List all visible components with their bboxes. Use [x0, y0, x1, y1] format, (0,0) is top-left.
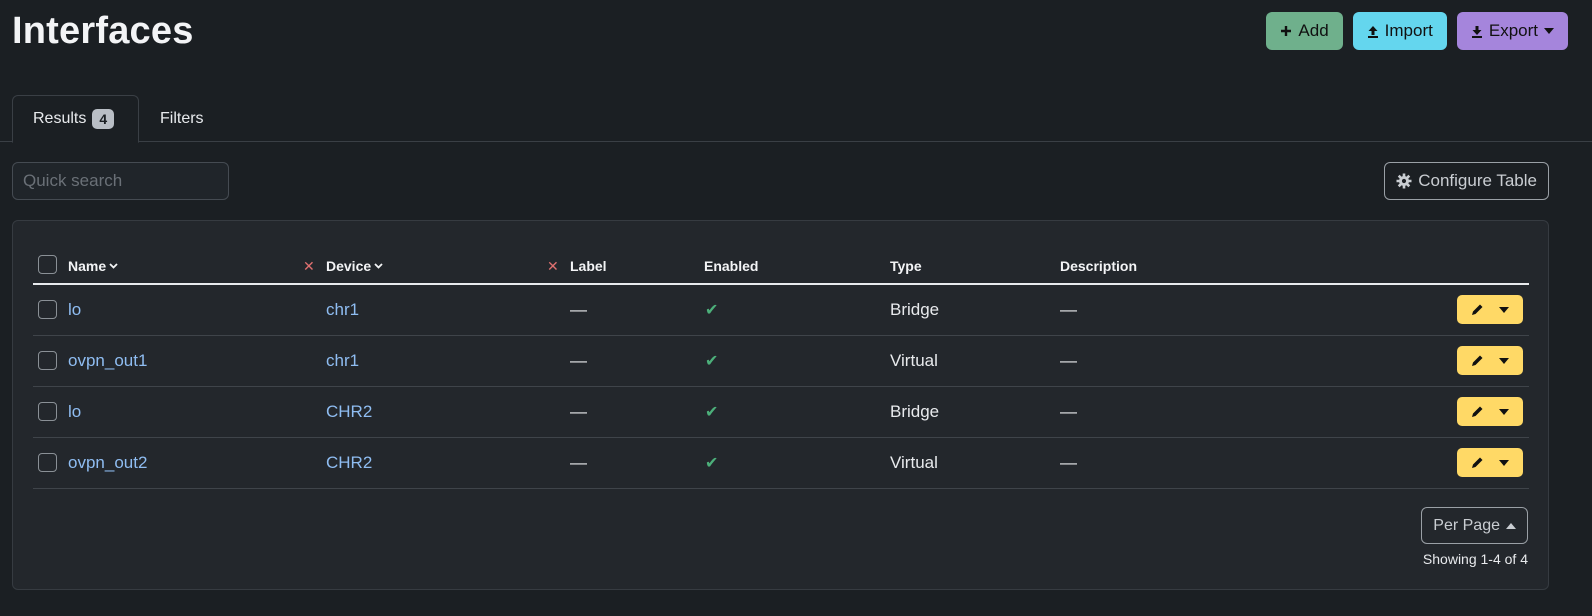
edit-button-group[interactable] [1457, 346, 1523, 375]
gear-icon [1396, 173, 1412, 189]
tab-filters[interactable]: Filters [140, 95, 224, 142]
column-header-name[interactable]: Name [68, 258, 118, 274]
download-icon [1471, 25, 1482, 38]
page-header: Interfaces Add Import Export [0, 0, 1592, 72]
row-checkbox[interactable] [38, 453, 57, 472]
row-checkbox[interactable] [38, 351, 57, 370]
remove-filter-icon[interactable]: ✕ [303, 258, 315, 275]
table-row: ovpn_out2 CHR2 — ✔ Virtual — [33, 438, 1529, 489]
enabled-check-icon: ✔ [705, 353, 719, 370]
device-link[interactable]: chr1 [326, 351, 359, 371]
per-page-button[interactable]: Per Page [1421, 507, 1528, 544]
column-header-description[interactable]: Description [1060, 258, 1137, 274]
per-page-label: Per Page [1433, 516, 1500, 534]
add-button[interactable]: Add [1266, 12, 1343, 50]
table-row: lo CHR2 — ✔ Bridge — [33, 387, 1529, 438]
interface-name-link[interactable]: ovpn_out1 [68, 351, 147, 371]
device-link[interactable]: chr1 [326, 300, 359, 320]
description-cell: — [1060, 402, 1077, 421]
column-header-device[interactable]: Device [326, 258, 383, 274]
description-cell: — [1060, 300, 1077, 319]
type-cell: Bridge [890, 402, 940, 421]
caret-down-icon [1544, 28, 1554, 34]
enabled-check-icon: ✔ [705, 302, 719, 319]
page-title: Interfaces [12, 10, 194, 52]
table-header: Name ✕ Device ✕ Label Enabled Type Descr… [33, 249, 1529, 285]
tab-filters-label: Filters [160, 109, 204, 127]
column-header-enabled[interactable]: Enabled [704, 258, 758, 274]
label-cell: — [570, 453, 587, 472]
enabled-check-icon: ✔ [705, 404, 719, 421]
chevron-down-icon [374, 263, 383, 269]
import-button-label: Import [1384, 21, 1433, 40]
tab-results-label: Results [33, 110, 87, 127]
description-cell: — [1060, 453, 1077, 472]
tab-results[interactable]: Results 4 [12, 95, 139, 143]
column-header-type[interactable]: Type [890, 258, 922, 274]
chevron-down-icon [109, 263, 118, 269]
pencil-icon[interactable] [1471, 456, 1484, 469]
pencil-icon[interactable] [1471, 303, 1484, 316]
interfaces-table: Name ✕ Device ✕ Label Enabled Type Descr… [33, 249, 1529, 489]
type-cell: Bridge [890, 300, 940, 319]
column-header-label[interactable]: Label [570, 258, 607, 274]
type-cell: Virtual [890, 453, 938, 472]
caret-down-icon[interactable] [1499, 306, 1510, 313]
table-row: lo chr1 — ✔ Bridge — [33, 285, 1529, 336]
pencil-icon[interactable] [1471, 354, 1484, 367]
export-button-label: Export [1488, 21, 1538, 40]
row-checkbox[interactable] [38, 402, 57, 421]
edit-button-group[interactable] [1457, 448, 1523, 477]
add-button-label: Add [1298, 21, 1329, 40]
table-row: ovpn_out1 chr1 — ✔ Virtual — [33, 336, 1529, 387]
interface-name-link[interactable]: lo [68, 300, 81, 320]
device-link[interactable]: CHR2 [326, 402, 372, 422]
configure-table-label: Configure Table [1418, 171, 1537, 190]
type-cell: Virtual [890, 351, 938, 370]
label-cell: — [570, 300, 587, 319]
device-link[interactable]: CHR2 [326, 453, 372, 473]
edit-button-group[interactable] [1457, 295, 1523, 324]
caret-down-icon[interactable] [1499, 459, 1510, 466]
upload-icon [1367, 25, 1378, 38]
results-count-badge: 4 [92, 109, 115, 129]
caret-down-icon[interactable] [1499, 357, 1510, 364]
configure-table-button[interactable]: Configure Table [1384, 162, 1549, 200]
description-cell: — [1060, 351, 1077, 370]
import-button[interactable]: Import [1352, 12, 1447, 50]
export-button[interactable]: Export [1456, 12, 1568, 50]
interface-name-link[interactable]: ovpn_out2 [68, 453, 147, 473]
pencil-icon[interactable] [1471, 405, 1484, 418]
caret-down-icon[interactable] [1499, 408, 1510, 415]
enabled-check-icon: ✔ [705, 455, 719, 472]
label-cell: — [570, 402, 587, 421]
remove-filter-icon[interactable]: ✕ [547, 258, 559, 275]
label-cell: — [570, 351, 587, 370]
quick-search-input[interactable] [12, 162, 229, 200]
plus-icon [1281, 26, 1292, 36]
results-card: Name ✕ Device ✕ Label Enabled Type Descr… [12, 220, 1549, 590]
tab-bar: Results 4 Filters [0, 95, 1592, 143]
select-all-checkbox[interactable] [38, 255, 57, 274]
row-checkbox[interactable] [38, 300, 57, 319]
caret-up-icon [1506, 522, 1516, 529]
interface-name-link[interactable]: lo [68, 402, 81, 422]
page-actions: Add Import Export [1266, 12, 1568, 50]
pagination-summary: Showing 1-4 of 4 [1422, 551, 1528, 567]
edit-button-group[interactable] [1457, 397, 1523, 426]
